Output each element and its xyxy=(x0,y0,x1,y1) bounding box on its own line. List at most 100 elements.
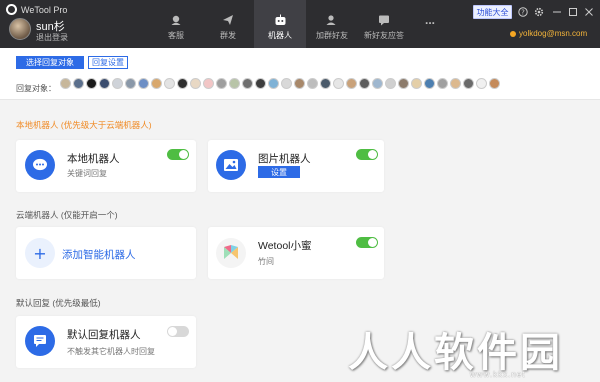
avatar[interactable] xyxy=(372,78,383,89)
card-wetool-mi[interactable]: Wetool小蜜 竹间 xyxy=(208,227,384,279)
more-icon: ... xyxy=(424,13,435,27)
nav-item-new-friend-reply[interactable]: 新好友应答 xyxy=(358,12,410,48)
reply-target-avatars xyxy=(60,78,500,89)
chat-bubble-icon xyxy=(25,150,55,180)
add-friend-icon xyxy=(326,12,338,28)
plus-glyph: + xyxy=(33,243,47,263)
avatar[interactable] xyxy=(177,78,188,89)
nav-label: 机器人 xyxy=(268,31,292,40)
avatar[interactable] xyxy=(203,78,214,89)
avatar[interactable] xyxy=(307,78,318,89)
avatar[interactable] xyxy=(450,78,461,89)
avatar[interactable] xyxy=(216,78,227,89)
avatar[interactable] xyxy=(112,78,123,89)
nav-item-robot[interactable]: 机器人 xyxy=(254,0,306,48)
toggle-image-robot[interactable] xyxy=(356,149,378,160)
features-button[interactable]: 功能大全 xyxy=(473,5,512,19)
minimize-icon[interactable] xyxy=(550,5,564,19)
avatar[interactable] xyxy=(255,78,266,89)
image-robot-settings-button[interactable]: 设置 xyxy=(258,166,300,178)
card-image-robot[interactable]: 图片机器人 设置 xyxy=(208,140,384,192)
nav-label: 新好友应答 xyxy=(364,31,404,40)
add-smart-robot-card[interactable]: + 添加智能机器人 xyxy=(16,227,196,279)
card-subtitle: 关键词回复 xyxy=(67,169,107,178)
watermark: 人人软件园 xyxy=(348,331,563,375)
avatar[interactable] xyxy=(398,78,409,89)
card-title: Wetool小蜜 xyxy=(258,240,312,252)
section-title-local: 本地机器人 (优先级大于云端机器人) xyxy=(16,120,152,130)
avatar[interactable] xyxy=(281,78,292,89)
svg-text:?: ? xyxy=(521,9,525,17)
nav-label: 客服 xyxy=(168,31,184,40)
nav-item-mass-send[interactable]: 群发 xyxy=(202,12,254,48)
account-email[interactable]: yolkdog@msn.com xyxy=(510,29,587,38)
message-icon xyxy=(25,326,55,356)
avatar[interactable] xyxy=(463,78,474,89)
card-subtitle: 不触发其它机器人时回复 xyxy=(67,347,155,356)
avatar[interactable] xyxy=(424,78,435,89)
card-title: 默认回复机器人 xyxy=(67,329,141,341)
reply-targets-label: 回复对象： xyxy=(16,84,56,93)
section-title-default: 默认回复 (优先级最低) xyxy=(16,298,101,308)
help-icon[interactable]: ? xyxy=(516,5,530,19)
app-title-text: WeTool Pro xyxy=(21,4,68,15)
toggle-wetool-mi[interactable] xyxy=(356,237,378,248)
avatar[interactable] xyxy=(346,78,357,89)
nav-label: 加群好友 xyxy=(316,31,348,40)
avatar[interactable] xyxy=(9,18,31,40)
robot-icon xyxy=(274,12,287,28)
nav-item-add-group-friends[interactable]: 加群好友 xyxy=(306,12,358,48)
send-icon xyxy=(222,12,234,28)
avatar[interactable] xyxy=(268,78,279,89)
headset-icon xyxy=(170,12,182,28)
avatar[interactable] xyxy=(242,78,253,89)
avatar[interactable] xyxy=(138,78,149,89)
card-title: 图片机器人 xyxy=(258,153,311,165)
avatar[interactable] xyxy=(229,78,240,89)
avatar[interactable] xyxy=(164,78,175,89)
avatar[interactable] xyxy=(437,78,448,89)
chat-bubble-icon xyxy=(378,12,390,28)
avatar[interactable] xyxy=(385,78,396,89)
card-local-robot[interactable]: 本地机器人 关键词回复 xyxy=(16,140,196,192)
logout-link[interactable]: 退出登录 xyxy=(36,32,68,43)
app-title: WeTool Pro xyxy=(6,4,67,15)
avatar[interactable] xyxy=(294,78,305,89)
nav-item-more[interactable]: ... xyxy=(410,12,450,48)
avatar[interactable] xyxy=(86,78,97,89)
card-default-robot[interactable]: 默认回复机器人 不触发其它机器人时回复 xyxy=(16,316,196,368)
plus-icon: + xyxy=(25,238,55,268)
avatar[interactable] xyxy=(151,78,162,89)
account-status-icon xyxy=(510,30,516,37)
avatar[interactable] xyxy=(99,78,110,89)
avatar[interactable] xyxy=(476,78,487,89)
add-smart-robot-label: 添加智能机器人 xyxy=(62,249,136,261)
reply-toolbar: 选择回复对象 回复设置 回复对象： xyxy=(0,48,600,100)
title-bar: WeTool Pro sun杉 退出登录 客服 群发 机器人 加群好友 新好友应… xyxy=(0,0,600,48)
avatar[interactable] xyxy=(333,78,344,89)
close-icon[interactable] xyxy=(582,5,596,19)
avatar[interactable] xyxy=(73,78,84,89)
select-reply-targets-button[interactable]: 选择回复对象 xyxy=(16,56,84,69)
nav-item-customer-service[interactable]: 客服 xyxy=(150,12,202,48)
avatar[interactable] xyxy=(125,78,136,89)
toggle-default-robot[interactable] xyxy=(167,326,189,337)
avatar[interactable] xyxy=(320,78,331,89)
image-icon xyxy=(216,150,246,180)
app-logo-icon xyxy=(6,4,17,15)
avatar[interactable] xyxy=(359,78,370,89)
maximize-icon[interactable] xyxy=(566,5,580,19)
nav-label: 群发 xyxy=(220,31,236,40)
avatar[interactable] xyxy=(489,78,500,89)
toggle-local-robot[interactable] xyxy=(167,149,189,160)
wetool-mi-logo-icon xyxy=(216,238,246,268)
card-title: 本地机器人 xyxy=(67,153,120,165)
reply-settings-button[interactable]: 回复设置 xyxy=(88,56,128,69)
avatar[interactable] xyxy=(411,78,422,89)
card-subtitle: 竹间 xyxy=(258,257,274,266)
email-text: yolkdog@msn.com xyxy=(519,29,588,38)
gear-icon[interactable] xyxy=(532,5,546,19)
avatar[interactable] xyxy=(60,78,71,89)
section-title-cloud: 云端机器人 (仅能开启一个) xyxy=(16,210,118,220)
avatar[interactable] xyxy=(190,78,201,89)
